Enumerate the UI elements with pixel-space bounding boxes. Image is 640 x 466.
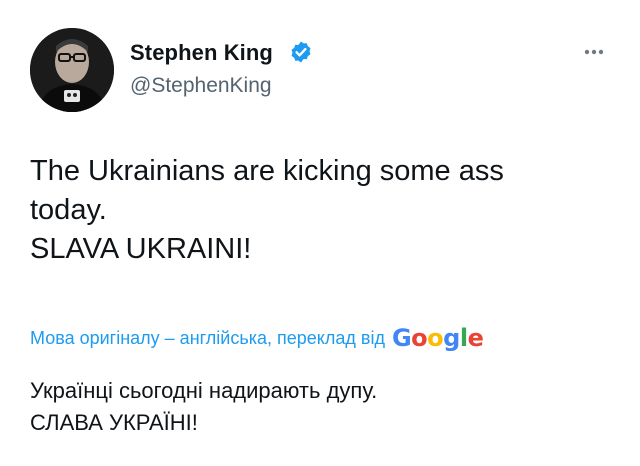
- translation-notice[interactable]: Мова оригіналу – англійська, переклад ві…: [30, 322, 484, 354]
- google-logo-letter: G: [391, 324, 412, 352]
- translation-label[interactable]: Мова оригіналу – англійська, переклад ві…: [30, 328, 385, 349]
- display-name[interactable]: Stephen King: [130, 40, 273, 66]
- google-logo-letter: g: [443, 324, 460, 352]
- tweet-text-line: The Ukrainians are kicking some ass: [30, 155, 504, 187]
- translated-text: Українці сьогодні надирають дупу. СЛАВА …: [30, 375, 610, 439]
- google-logo-letter: o: [411, 324, 428, 352]
- google-logo-letter: e: [467, 324, 484, 352]
- tweet-text-line: SLAVA UKRAINI!: [30, 233, 252, 265]
- more-options-icon[interactable]: [578, 44, 610, 60]
- user-handle[interactable]: @StephenKing: [130, 74, 272, 98]
- google-logo: Google: [391, 324, 484, 352]
- avatar-photo: [30, 28, 114, 112]
- tweet-text: The Ukrainians are kicking some ass toda…: [30, 152, 610, 269]
- google-logo-letter: o: [427, 324, 444, 352]
- avatar[interactable]: [30, 28, 114, 112]
- google-logo-letter: l: [459, 324, 468, 352]
- tweet-card: Stephen King @StephenKing The Ukrainians…: [0, 0, 640, 466]
- verified-badge-icon: [291, 41, 311, 63]
- translated-text-line: Українці сьогодні надирають дупу.: [30, 378, 378, 403]
- tweet-text-line: today.: [30, 194, 107, 226]
- translated-text-line: СЛАВА УКРАЇНІ!: [30, 410, 198, 435]
